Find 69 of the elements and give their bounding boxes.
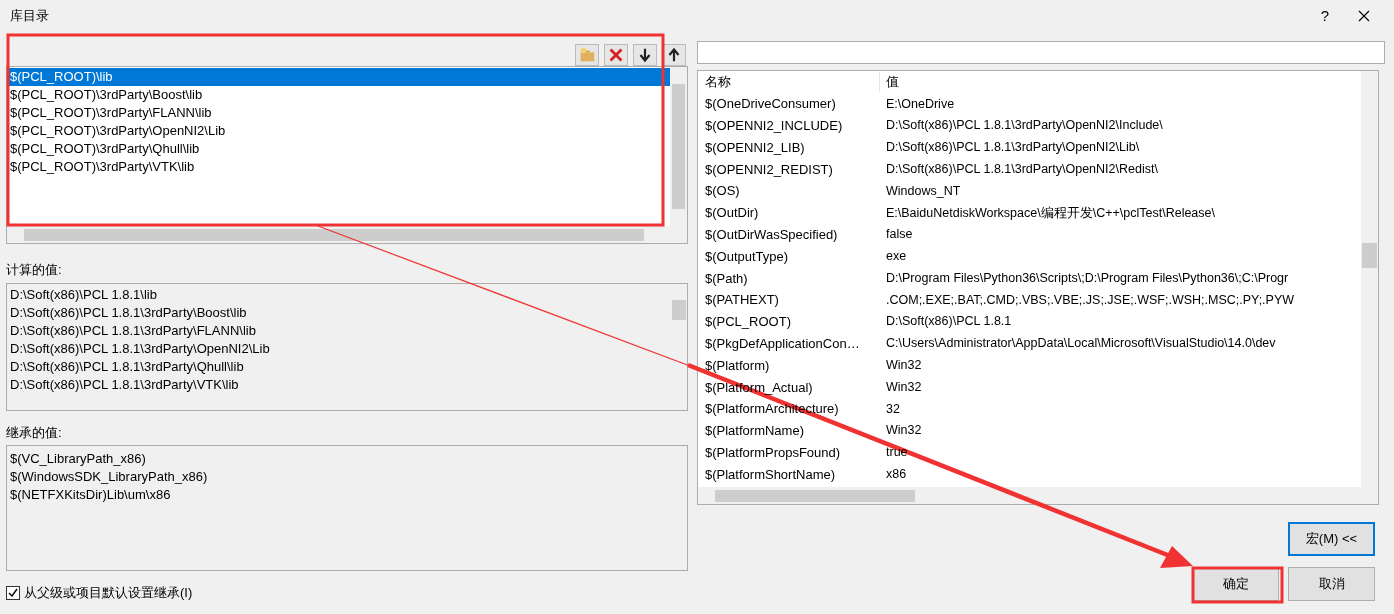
list-item[interactable]: $(PCL_ROOT)\3rdParty\OpenNI2\Lib (7, 122, 670, 140)
table-cell-text: $(PlatformShortName) (704, 465, 837, 484)
table-cell-text: false (885, 226, 913, 244)
list-item: D:\Soft(x86)\PCL 1.8.1\3rdParty\Qhull\lib (9, 357, 245, 376)
table-cell-text: exe (885, 248, 907, 266)
help-button[interactable]: ? (1310, 4, 1340, 28)
dialog-button[interactable]: 取消 (1288, 567, 1375, 601)
vertical-scrollbar[interactable] (670, 67, 687, 226)
table-cell-text: $(OneDriveConsumer) (704, 95, 837, 114)
table-cell-text: Win32 (885, 422, 922, 440)
filter-field[interactable] (697, 41, 1385, 64)
dialog-button[interactable]: 宏(M) << (1288, 522, 1375, 556)
list-item: $(WindowsSDK_LibraryPath_x86) (9, 468, 209, 486)
new-folder-icon[interactable] (575, 44, 599, 66)
table-cell-text: $(OutDir) (704, 204, 760, 223)
table-cell-text: C:\Users\Administrator\AppData\Local\Microsoft\VisualStudio\14.0\dev (885, 335, 1276, 353)
checkbox[interactable] (6, 585, 20, 600)
table-cell-text: x86 (885, 466, 907, 484)
column-header[interactable]: 名称 (698, 72, 880, 92)
table-cell-text: true (885, 444, 908, 462)
table-cell-text: $(PkgDefApplicationCon… (704, 334, 861, 353)
list-item[interactable]: $(PCL_ROOT)\3rdParty\Boost\lib (7, 86, 670, 104)
table-cell-text: E:\OneDrive (885, 95, 955, 113)
check-icon (8, 587, 18, 598)
list-item[interactable]: $(PCL_ROOT)\lib (7, 68, 670, 86)
table-cell-text: Win32 (885, 378, 922, 396)
table-cell-text: $(PCL_ROOT) (704, 313, 792, 332)
scrollbar-thumb[interactable] (671, 299, 686, 320)
table-cell-text: D:\Soft(x86)\PCL 1.8.1 (885, 313, 1012, 331)
list-item[interactable]: $(PCL_ROOT)\3rdParty\Qhull\lib (7, 140, 670, 158)
table-cell-text: $(OPENNI2_INCLUDE) (704, 116, 844, 135)
section-label: 继承的值: (6, 423, 63, 442)
table-cell-text: $(OutputType) (704, 247, 790, 266)
table-cell-text: $(Path) (704, 269, 749, 288)
table-cell-text: $(PATHEXT) (704, 291, 780, 310)
table-cell-text: $(OutDirWasSpecified) (704, 225, 839, 244)
list-item: $(VC_LibraryPath_x86) (9, 450, 147, 468)
table-cell-text: D:\Soft(x86)\PCL 1.8.1\3rdParty\OpenNI2\Include\ (885, 117, 1163, 135)
table-cell-text: D:\Soft(x86)\PCL 1.8.1\3rdParty\OpenNI2\Redist\ (885, 160, 1158, 178)
list-item: $(NETFXKitsDir)Lib\um\x86 (9, 486, 172, 504)
list-item[interactable]: $(PCL_ROOT)\3rdParty\FLANN\lib (7, 104, 670, 122)
table-cell-text: $(OS) (704, 182, 741, 201)
section-label: 计算的值: (6, 261, 63, 279)
table-cell-text: Win32 (885, 357, 922, 375)
table-cell-text: .COM;.EXE;.BAT;.CMD;.VBS;.VBE;.JS;.JSE;.WSF;.WSH;.MSC;.PY;.PYW (885, 291, 1295, 309)
list-item: D:\Soft(x86)\PCL 1.8.1\lib (9, 285, 158, 304)
table-cell-text: D:\Program Files\Python36\Scripts\;D:\Program Files\Python36\;C:\Progr (885, 269, 1289, 287)
list-item: D:\Soft(x86)\PCL 1.8.1\3rdParty\FLANN\lib (9, 321, 257, 340)
table-cell-text: Windows_NT (885, 182, 961, 200)
table-cell-text: $(PlatformName) (704, 422, 805, 441)
table-cell-text: D:\Soft(x86)\PCL 1.8.1\3rdParty\OpenNI2\Lib\ (885, 139, 1140, 157)
close-icon[interactable] (1358, 10, 1370, 22)
window-title: 库目录 (10, 7, 49, 26)
table-cell-text: $(OPENNI2_LIB) (704, 138, 806, 157)
column-header[interactable]: 值 (880, 72, 899, 92)
list-item: D:\Soft(x86)\PCL 1.8.1\3rdParty\OpenNI2\Lib (9, 339, 271, 358)
list-item: D:\Soft(x86)\PCL 1.8.1\3rdParty\Boost\lib (9, 303, 248, 322)
table-cell-text: E:\BaiduNetdiskWorkspace\编程开发\C++\pclTest\Release\ (885, 204, 1215, 222)
delete-icon[interactable] (604, 44, 628, 66)
checkbox-label[interactable]: 从父级或项目默认设置继承(I) (24, 583, 193, 603)
move-down-icon[interactable] (633, 44, 657, 66)
list-item[interactable]: $(PCL_ROOT)\3rdParty\VTK\lib (7, 158, 670, 176)
list-item: D:\Soft(x86)\PCL 1.8.1\3rdParty\VTK\lib (9, 375, 240, 394)
table-cell-text: $(PlatformPropsFound) (704, 443, 842, 462)
table-cell-text: 32 (885, 400, 900, 418)
vertical-scrollbar[interactable] (1361, 71, 1378, 487)
table-cell-text: $(Platform) (704, 356, 771, 375)
table-cell-text: $(OPENNI2_REDIST) (704, 160, 834, 179)
horizontal-scrollbar[interactable] (698, 487, 1378, 504)
